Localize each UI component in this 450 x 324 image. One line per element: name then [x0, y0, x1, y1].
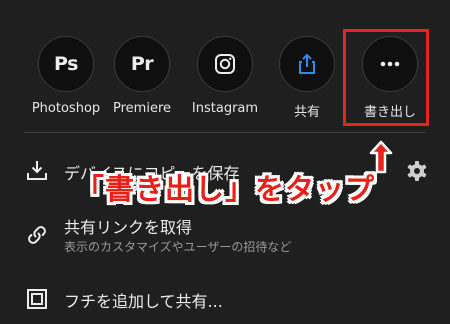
menu-sublabel: 表示のカスタマイズやユーザーの招待など: [64, 240, 292, 254]
premiere-icon: Pr: [114, 36, 170, 92]
share-target-share[interactable]: 共有: [266, 36, 348, 120]
divider: [24, 132, 426, 133]
photoshop-icon: Ps: [38, 36, 94, 92]
highlight-box: [343, 29, 429, 126]
share-target-instagram[interactable]: Instagram: [184, 36, 266, 116]
instagram-icon: [197, 36, 253, 92]
menu-item-get-share-link[interactable]: 共有リンクを取得 表示のカスタマイズやユーザーの招待など: [24, 212, 426, 260]
share-target-premiere[interactable]: Pr Premiere: [101, 36, 183, 116]
frame-icon: [24, 286, 50, 312]
share-upload-icon: [279, 36, 335, 92]
annotation-callout: 「書き出し」をタップ: [74, 172, 375, 206]
share-target-label: Instagram: [191, 101, 259, 116]
share-target-photoshop[interactable]: Ps Photoshop: [25, 36, 107, 116]
share-target-label: Photoshop: [31, 101, 101, 116]
link-icon: [24, 222, 50, 248]
menu-label: フチを追加して共有...: [64, 292, 223, 311]
menu-label: 共有リンクを取得: [64, 218, 193, 237]
share-target-label: Premiere: [113, 101, 171, 116]
menu-item-add-frame-share[interactable]: フチを追加して共有...: [24, 286, 426, 316]
share-target-label: 共有: [293, 105, 320, 120]
